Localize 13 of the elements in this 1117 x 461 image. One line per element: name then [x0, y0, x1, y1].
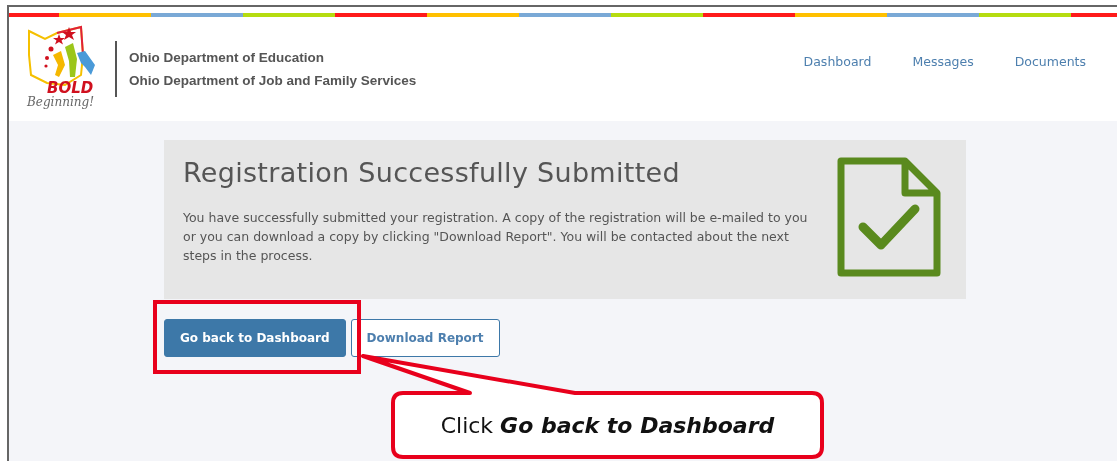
logo-title: BOLD [47, 79, 94, 97]
organization-name: Ohio Department of Education [129, 50, 325, 65]
callout-text: Click Go back to Dashboard [440, 412, 775, 438]
organization-name: Ohio Department of Job and Family Services [129, 73, 417, 88]
document-check-icon [835, 157, 941, 277]
confirmation-title: Registration Successfully Submitted [183, 157, 681, 188]
download-button[interactable]: Download Report [350, 319, 500, 357]
dashboard-button[interactable]: Go back to Dashboard [164, 319, 346, 357]
nav-link[interactable]: Documents [1014, 53, 1086, 69]
confirmation-message: You have successfully submitted your registration. A copy of the registration will be e-mailed to you or you can download a copy by clicking "Download Report". You will be contacted about the next steps in the process. [183, 209, 809, 265]
nav-link[interactable]: Messages [912, 53, 974, 69]
nav-link[interactable]: Dashboard [803, 53, 872, 69]
logo-tagline: Beginning! [27, 95, 94, 109]
